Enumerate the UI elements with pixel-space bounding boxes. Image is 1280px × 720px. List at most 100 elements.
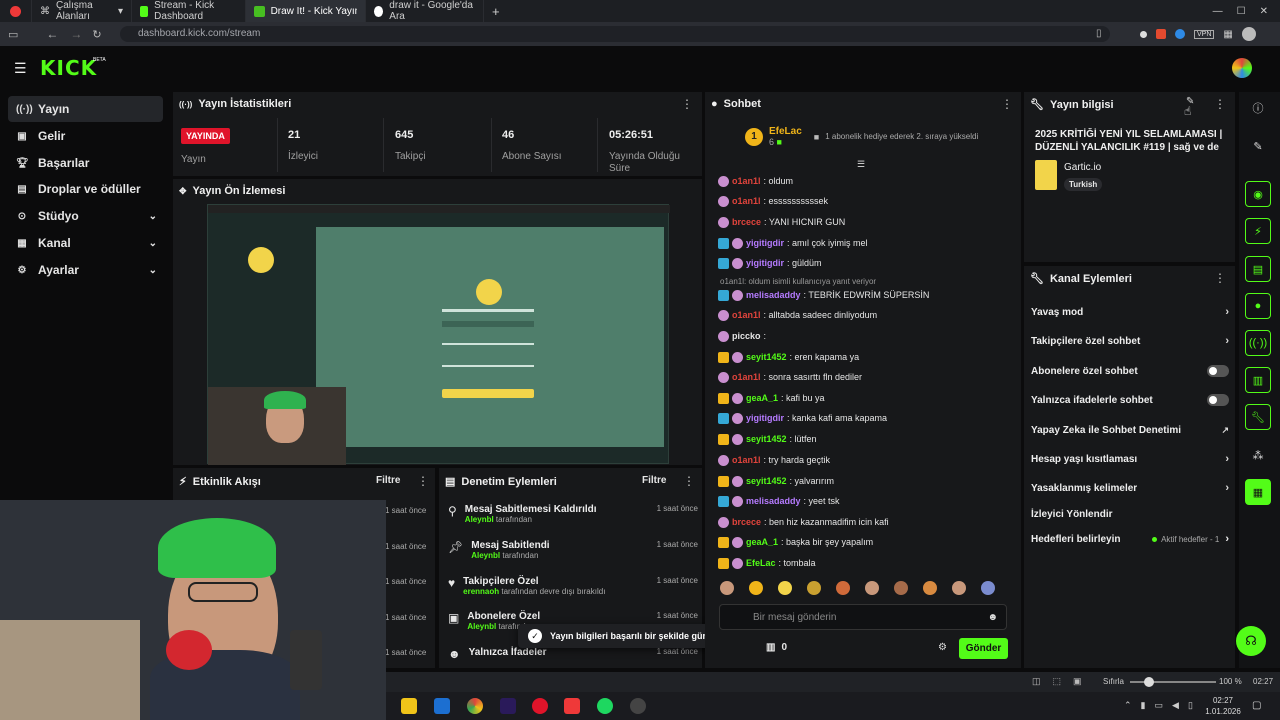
chat-message[interactable]: o1an1l: alltabda sadeec dinliyodum [718, 308, 1018, 322]
filter-button[interactable]: Filtre [376, 475, 400, 486]
minimize-icon[interactable]: — [1213, 6, 1223, 17]
maximize-icon[interactable]: ☐ [1237, 6, 1246, 17]
zoom-slider-thumb[interactable] [1144, 677, 1154, 687]
more-options-icon[interactable]: ⋮ [681, 97, 693, 111]
chat-username[interactable]: melisadaddy [746, 290, 801, 300]
nodes-icon[interactable]: ⁂ [1245, 442, 1271, 468]
chat-username[interactable]: o1an1l [732, 196, 761, 206]
channel-points[interactable]: ▥ 0 [766, 642, 787, 653]
layout-icon[interactable]: ▥ [1245, 367, 1271, 393]
back-icon[interactable]: ← [46, 27, 58, 41]
notes-icon[interactable]: ▤ [1245, 256, 1271, 282]
emote-icon[interactable] [749, 581, 763, 595]
category-name[interactable]: Gartic.io [1064, 162, 1101, 173]
goals-row[interactable]: Hedefleri belirleyin Aktif hedefler - 1 › [1031, 530, 1229, 548]
chat-message[interactable]: o1an1l: oldum [718, 174, 1018, 188]
forward-icon[interactable]: → [70, 27, 82, 41]
premiere-icon[interactable] [500, 698, 516, 714]
chat-username[interactable]: brcece [732, 217, 761, 227]
emoji-icon[interactable]: ☻ [987, 612, 998, 623]
chat-settings-icon[interactable]: ⚙ [938, 642, 947, 653]
send-button[interactable]: Gönder [959, 638, 1008, 659]
reload-icon[interactable]: ↻ [92, 28, 101, 41]
chat-username[interactable]: o1an1l [732, 176, 761, 186]
chat-message[interactable]: seyit1452: yalvarırım [718, 474, 1018, 488]
chat-username[interactable]: seyit1452 [746, 434, 787, 444]
info-icon[interactable]: ⓘ [1245, 95, 1271, 121]
camera-icon[interactable]: ◉ [1245, 181, 1271, 207]
close-icon[interactable]: ✕ [1260, 6, 1268, 17]
extension-lock-icon[interactable] [1156, 29, 1166, 39]
subscribers-only-toggle[interactable] [1207, 365, 1229, 377]
bookmark-icon[interactable]: ▯ [1096, 28, 1102, 39]
chat-message[interactable]: geaA_1: başka bir şey yapalım [718, 535, 1018, 549]
chat-username[interactable]: geaA_1 [746, 393, 778, 403]
chat-input[interactable]: Bir mesaj gönderin ☻ [719, 604, 1007, 630]
sidebar-item-basarilar[interactable]: 🏆︎ Başarılar [8, 150, 163, 176]
capture-icon[interactable]: ⬚ [1053, 676, 1062, 687]
edit-icon[interactable]: ✎ [1245, 133, 1271, 159]
chat-username[interactable]: brcece [732, 517, 761, 527]
chat-message[interactable]: yigitigdir: kanka kafi ama kapama [718, 411, 1018, 425]
notification-icon[interactable]: ▢ [1252, 700, 1261, 711]
sidebar-item-yayin[interactable]: ((·)) Yayın [8, 96, 163, 122]
browser-menu-button[interactable] [0, 0, 32, 22]
extension-dot-icon[interactable] [1140, 30, 1147, 38]
chat-message[interactable]: brcece: ben hiz kazanmadifim icin kafi [718, 515, 1018, 529]
emote-icon[interactable] [836, 581, 850, 595]
opera-icon[interactable] [532, 698, 548, 714]
clapper-icon[interactable]: ▦ [1245, 479, 1271, 505]
chat-username[interactable]: o1an1l [732, 455, 761, 465]
more-options-icon[interactable]: ⋮ [417, 474, 429, 488]
chevron-up-icon[interactable]: ⌃ [1124, 700, 1132, 711]
chat-message[interactable]: o1an1l: sonra sasırttı fln dediler [718, 370, 1018, 384]
chat-username[interactable]: yigitigdir [746, 413, 784, 423]
chrome-icon[interactable] [467, 698, 483, 714]
chat-message[interactable]: yigitigdir: güldüm [718, 256, 1018, 270]
url-field[interactable]: dashboard.kick.com/stream [120, 26, 1110, 42]
chat-username[interactable]: yigitigdir [746, 258, 784, 268]
hamburger-menu-icon[interactable]: ☰ [14, 60, 27, 77]
more-options-icon[interactable]: ⋮ [1214, 271, 1226, 285]
kick-logo[interactable]: KICK [40, 56, 97, 80]
slow-mode-row[interactable]: Yavaş mod › [1031, 303, 1229, 321]
chat-username[interactable]: yigitigdir [746, 238, 784, 248]
panel-toggle-icon[interactable]: ▭ [8, 28, 18, 41]
obs-icon[interactable] [630, 698, 646, 714]
emote-icon[interactable] [865, 581, 879, 595]
network-icon[interactable]: ▭ [1155, 700, 1164, 711]
image-icon[interactable]: ▣ [1073, 676, 1082, 687]
user-avatar[interactable] [1232, 58, 1252, 78]
account-age-row[interactable]: Hesap yaşı kısıtlaması › [1031, 450, 1229, 468]
emote-icon[interactable] [778, 581, 792, 595]
bolt-icon[interactable]: ⚡︎ [1245, 218, 1271, 244]
chat-username[interactable]: EfeLac [746, 558, 776, 568]
zoom-slider[interactable] [1130, 677, 1216, 687]
emote-icon[interactable] [894, 581, 908, 595]
sidebar-item-droplar[interactable]: ▤ Droplar ve ödüller [8, 176, 163, 202]
emotes-only-toggle[interactable] [1207, 394, 1229, 406]
sidebar-item-ayarlar[interactable]: ⚙ Ayarlar ⌄ [8, 257, 163, 283]
power-icon[interactable]: ▯ [1188, 700, 1193, 711]
extension-s-icon[interactable] [1175, 29, 1185, 39]
volume-icon[interactable]: ◀ [1172, 700, 1179, 711]
sidebar-item-kanal[interactable]: ▦ Kanal ⌄ [8, 230, 163, 256]
chat-username[interactable]: seyit1452 [746, 352, 787, 362]
chat-username[interactable]: o1an1l [732, 372, 761, 382]
wrench-icon[interactable]: 🔧︎ [1245, 404, 1271, 430]
chat-message[interactable]: EfeLac: tombala [718, 556, 1018, 570]
screenshot-icon[interactable]: ◫ [1032, 676, 1041, 687]
stream-preview-video[interactable] [207, 204, 670, 465]
more-options-icon[interactable]: ⋮ [1001, 97, 1013, 111]
chat-username[interactable]: seyit1452 [746, 476, 787, 486]
chat-message[interactable]: o1an1l: essssssssssek [718, 194, 1018, 208]
chat-message[interactable]: melisadaddy: TEBRİK EDWRİM SÜPERSİN [718, 288, 1018, 302]
outlook-icon[interactable] [434, 698, 450, 714]
chat-message[interactable]: geaA_1: kafi bu ya [718, 391, 1018, 405]
chat-bubble-icon[interactable]: ● [1245, 293, 1271, 319]
chat-message[interactable]: seyit1452: lütfen [718, 432, 1018, 446]
chat-message[interactable]: melisadaddy: yeet tsk [718, 494, 1018, 508]
more-options-icon[interactable]: ⋮ [683, 474, 695, 488]
banned-words-row[interactable]: Yasaklanmış kelimeler › [1031, 479, 1229, 497]
expand-chat-icon[interactable]: ☰ [857, 159, 865, 170]
